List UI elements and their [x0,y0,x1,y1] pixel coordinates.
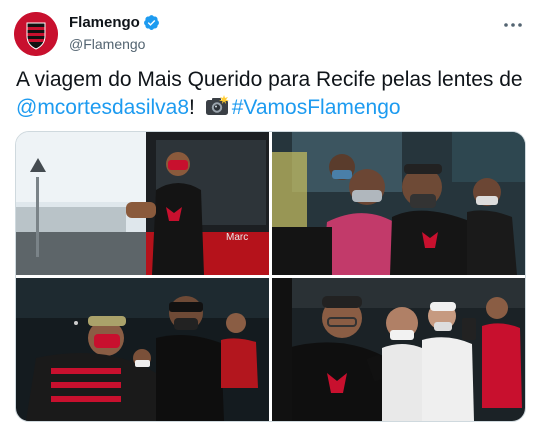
avatar[interactable] [14,12,58,56]
photo-player-boarding-bus[interactable]: Marc [16,132,269,275]
tweet-text-body: A viagem do Mais Querido para Recife pel… [16,68,523,91]
photo-selfie-with-fan[interactable] [272,132,525,275]
author-block: Flamengo @Flamengo [69,13,160,54]
photo-fans-taking-photos[interactable] [272,278,525,421]
svg-text:Marc: Marc [226,232,248,243]
verified-badge-icon [143,14,160,31]
camera-flash-icon [205,95,229,125]
media-grid: Marc [15,131,526,422]
mention-link[interactable]: @mcortesdasilva8 [16,96,189,119]
photo-fans-with-masks[interactable] [16,278,269,421]
more-options-button[interactable] [502,14,524,36]
flamengo-crest-icon [14,12,58,56]
tweet-text-punct: ! [189,96,201,119]
author-handle[interactable]: @Flamengo [69,35,160,54]
hashtag-link[interactable]: #VamosFlamengo [232,96,401,119]
tweet-text: A viagem do Mais Querido para Recife pel… [16,66,528,125]
more-horizontal-icon [504,23,522,27]
tweet-card[interactable]: Flamengo @Flamengo A viagem do Mais Quer… [0,0,544,426]
author-name[interactable]: Flamengo [69,13,140,32]
